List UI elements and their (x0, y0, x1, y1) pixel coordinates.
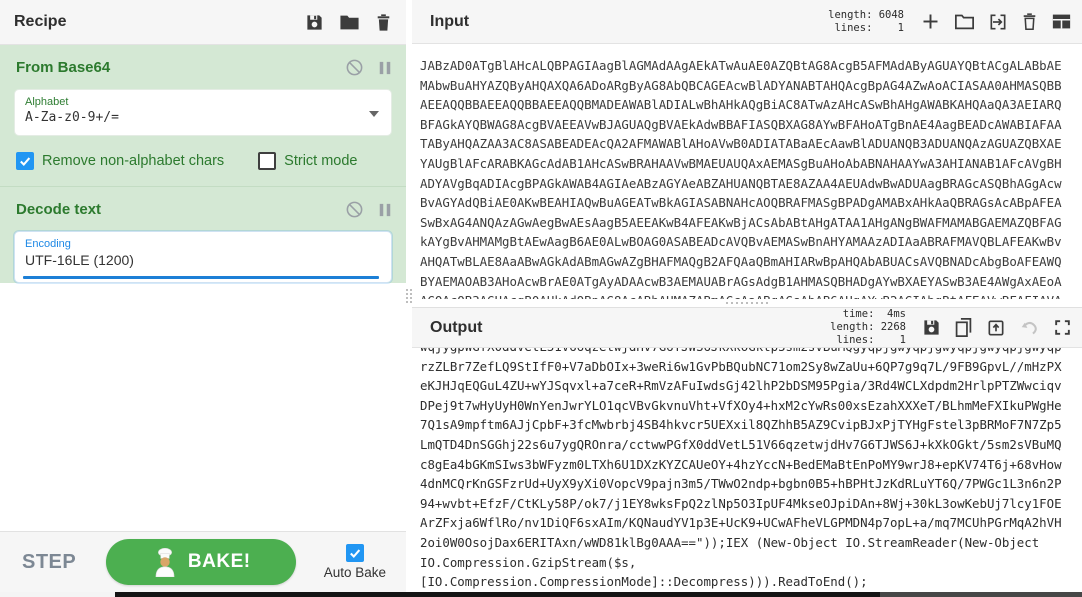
disable-icon[interactable] (345, 58, 364, 77)
input-pane: Input length: 6048 lines: 1 JABzAD0ATgBl… (412, 0, 1082, 299)
recipe-pane: Recipe From Base64 Alphabet A-Za-z0-9+/=… (0, 0, 406, 597)
strict-mode-label: Strict mode (284, 153, 358, 169)
auto-bake-checkbox[interactable] (345, 544, 364, 562)
code-line: eKJHJqEQGuL4ZU+wYJSqvxl+a7ceR+RmVzAFuIwd… (420, 378, 1062, 394)
code-line: [IO.Compression.CompressionMode]::Decomp… (420, 574, 868, 590)
focus-underline (23, 276, 379, 279)
encoding-label: Encoding (25, 238, 71, 250)
cyberchef-app: Recipe From Base64 Alphabet A-Za-z0-9+/=… (0, 0, 1082, 597)
auto-bake-control: Auto Bake (324, 544, 386, 580)
code-line: DPej9t7wHyUyH0WnYenJwrYLO1qcVBvGkvnuVht+… (420, 397, 1062, 413)
code-line: wqjygpWGfX0ddVetL51V66qzetwjdHv7G6TJWS6J… (420, 348, 1082, 357)
copy-output-icon[interactable] (954, 317, 973, 338)
code-line: AGQAcQB3AGUAcgB0AHkAdQBpAG8AcABhAHMAZABm… (420, 291, 1082, 299)
code-line: YAUgBlAFcARABKAGcAdAB1AHcASwBRAHAAVwBMAE… (420, 155, 1062, 171)
code-line: BYAEMAOAB3AHoAcwBrAE0ATgAyADAAcwB3AEMAUA… (420, 273, 1062, 289)
alphabet-select[interactable]: Alphabet A-Za-z0-9+/= (14, 89, 392, 136)
strict-mode-checkbox[interactable] (258, 152, 277, 170)
maximise-output-icon[interactable] (1053, 318, 1072, 337)
save-recipe-icon[interactable] (305, 13, 324, 32)
clear-input-trash-icon[interactable] (1021, 12, 1038, 31)
disable-icon[interactable] (345, 200, 364, 219)
code-line: MAbwBuAHYAZQByAHQAXQA6ADoARgByAG8AbQBCAG… (420, 77, 1062, 93)
operation-name: From Base64 (16, 59, 111, 76)
code-line: 7Q1sA9mpftm6AJjCpbF+3fcMwbrbj4SB4hkvcr5U… (420, 417, 1062, 433)
pause-icon[interactable] (378, 60, 392, 76)
input-header-icons (920, 11, 1072, 32)
input-text-area[interactable]: JABzAD0ATgBlAHcALQBPAGIAagBlAGMAdAAgAEkA… (412, 44, 1082, 299)
code-line: TAByAHQAZAA3AC8ASABEADEAcQA2AFMAWABlAHoA… (420, 136, 1062, 152)
output-pane: Output time: 4ms length: 2268 lines: 1 r… (412, 307, 1082, 592)
recipe-title: Recipe (14, 13, 67, 30)
operation-from-base64[interactable]: From Base64 Alphabet A-Za-z0-9+/= Remove… (0, 45, 406, 186)
auto-bake-label: Auto Bake (323, 565, 386, 580)
open-folder-icon[interactable] (954, 12, 975, 31)
alphabet-value: A-Za-z0-9+/= (25, 110, 119, 125)
strict-mode-group: Strict mode (258, 152, 358, 170)
code-line: ADYAVgBqADIAcgBPAGkAWAB4AGIAeABzAGYAeABZ… (420, 175, 1062, 191)
input-stats: length: 6048 lines: 1 (828, 8, 904, 34)
splitter-handle-dots (726, 302, 768, 304)
code-line: 94+wvbt+EfzF/CtKLy58P/ok7/j1EY8wksFpQ2zl… (420, 495, 1062, 511)
encoding-value: UTF-16LE (1200) (25, 252, 134, 268)
code-line: 4dnMCQrKnGSFzrUd+UyX9yXi0VopcV9pajn3m5/T… (420, 476, 1062, 492)
code-line: LmQTD4DnSGGhj22s6u7ygQROnra/cctwwPGfX0dd… (420, 436, 1062, 452)
input-title: Input (430, 12, 470, 30)
bake-button-label: BAKE! (187, 551, 251, 572)
from-base64-options: Remove non-alphabet chars Strict mode (0, 146, 406, 186)
recipe-footer: STEP BAKE! Auto Bake (0, 531, 406, 592)
code-line: SwBxAG4ANQAzAGwAegBwAEsAagB5AEEAKwB4AFEA… (420, 214, 1062, 230)
recipe-header: Recipe (0, 0, 406, 45)
code-line: rzZLBr7ZefLQ9StIfF0+V7aDbOIx+3weRi6w1GvP… (420, 358, 1062, 374)
code-line: BvAGYAdQBiAE0AKwBEAHIAQwBuAGEATwBkAGIASA… (420, 195, 1062, 211)
code-line: IO.Compression.GzipStream($s, (420, 554, 637, 570)
open-file-icon[interactable] (988, 12, 1008, 32)
input-header: Input length: 6048 lines: 1 (412, 0, 1082, 44)
load-recipe-folder-icon[interactable] (339, 13, 360, 32)
remove-non-alphabet-label: Remove non-alphabet chars (42, 153, 225, 169)
code-line: ArZFxja6WflRo/nv1DiQF6sxAIm/KQNaudYV1p3E… (420, 515, 1062, 531)
code-line: 2oi0W0OsojDax6ERITAxn/wWD81klBg0AAA=="))… (420, 534, 1040, 550)
operation-name: Decode text (16, 201, 102, 218)
tab-layout-icon[interactable] (1051, 12, 1072, 31)
output-title: Output (430, 318, 483, 336)
code-line: AEEAQQBBAEEAQQBBAEEAQQBMADEAWABlADIALwBh… (420, 97, 1062, 113)
bottom-strip-gray (880, 592, 1082, 597)
bottom-edge-strip (0, 592, 1082, 597)
remove-non-alphabet-group: Remove non-alphabet chars (16, 152, 224, 170)
code-line: kAYgBvAHMAMgBtAEwAagB6AE0ALwBOAG0ASABEAD… (420, 234, 1062, 250)
encoding-select[interactable]: Encoding UTF-16LE (1200) (14, 231, 392, 283)
replace-input-icon[interactable] (986, 318, 1006, 338)
bake-button[interactable]: BAKE! (106, 539, 297, 585)
code-line: c8gEa4bGKmSIws3bWFyzm0LTXh6U1DXzKYZCAUeO… (420, 456, 1062, 472)
add-input-icon[interactable] (920, 11, 941, 32)
chevron-down-icon (369, 110, 379, 117)
code-line: JABzAD0ATgBlAHcALQBPAGIAagBlAGMAdAAgAEkA… (420, 58, 1062, 73)
clear-recipe-trash-icon[interactable] (375, 13, 392, 32)
input-output-splitter[interactable] (412, 299, 1082, 307)
undo-icon[interactable] (1019, 318, 1040, 337)
operation-title-row: From Base64 (0, 45, 406, 85)
output-header: Output time: 4ms length: 2268 lines: 1 (412, 308, 1082, 348)
chef-icon (152, 547, 178, 577)
output-header-icons (922, 317, 1072, 338)
operation-title-row: Decode text (0, 187, 406, 227)
output-text-area[interactable]: wqjygpWGfX0ddVetL51V66qzetwjdHv7G6TJWS6J… (412, 348, 1082, 592)
bottom-strip-light (0, 592, 115, 597)
step-button[interactable]: STEP (22, 551, 76, 574)
operation-controls (345, 200, 392, 219)
remove-non-alphabet-checkbox[interactable] (16, 152, 34, 170)
alphabet-label: Alphabet (25, 96, 69, 108)
output-stats: time: 4ms length: 2268 lines: 1 (830, 308, 906, 346)
bottom-strip-dark (115, 592, 880, 597)
operation-controls (345, 58, 392, 77)
code-line: AHQATwBLAE8AaABwAGkAdABmAGwAZgBHAFMAQgB2… (420, 253, 1062, 269)
pause-icon[interactable] (378, 202, 392, 218)
code-line: BFAGkAYQBWAG8AcgBVAEEAVwBJAGUAQgBVAEkAdw… (420, 116, 1062, 132)
save-output-icon[interactable] (922, 318, 941, 337)
recipe-header-icons (305, 13, 392, 32)
operation-decode-text[interactable]: Decode text Encoding UTF-16LE (1200) (0, 186, 406, 283)
